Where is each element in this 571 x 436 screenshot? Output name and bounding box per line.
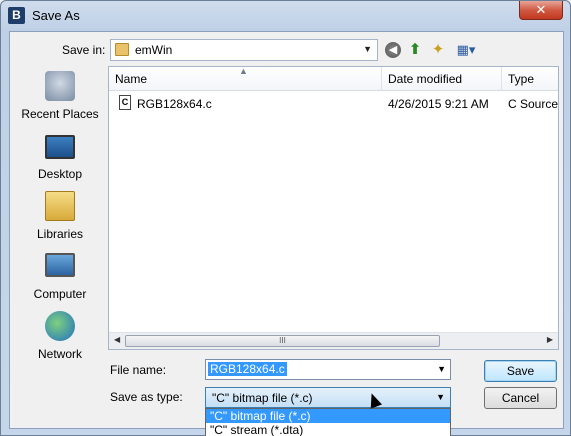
place-computer[interactable]: Computer <box>16 247 104 307</box>
place-recent-places[interactable]: Recent Places <box>16 67 104 127</box>
place-label: Desktop <box>37 167 83 181</box>
cancel-button[interactable]: Cancel <box>484 387 557 409</box>
file-date: 4/26/2015 9:21 AM <box>388 97 489 111</box>
place-network[interactable]: Network <box>16 307 104 367</box>
title-bar[interactable]: B Save As ✕ <box>1 1 570 30</box>
sort-ascending-icon: ▲ <box>239 66 248 76</box>
desktop-icon <box>45 135 75 159</box>
new-folder-icon[interactable]: ✦ <box>430 42 446 58</box>
column-header-date[interactable]: Date modified <box>382 67 502 91</box>
column-label: Name <box>115 72 148 86</box>
chevron-down-icon[interactable]: ▼ <box>363 44 372 54</box>
file-name-label: File name: <box>110 363 167 377</box>
close-button[interactable]: ✕ <box>519 1 563 20</box>
scroll-right-icon[interactable]: ▶ <box>547 335 553 344</box>
network-icon <box>45 311 75 341</box>
save-type-select[interactable]: "C" bitmap file (*.c) ▼ <box>205 387 451 408</box>
views-icon[interactable]: ▦▾ <box>454 42 478 58</box>
file-row[interactable]: C RGB128x64.c 4/26/2015 9:21 AM C Source… <box>109 94 560 114</box>
horizontal-scrollbar[interactable]: ◀ III ▶ <box>109 332 558 349</box>
save-in-combo[interactable]: emWin ▼ <box>110 39 378 61</box>
c-file-icon: C <box>119 95 131 110</box>
file-list-header: Name ▲ Date modified Type <box>109 66 560 91</box>
save-type-label: Save as type: <box>110 390 183 404</box>
chevron-down-icon[interactable]: ▼ <box>437 364 446 374</box>
save-type-dropdown: "C" bitmap file (*.c) "C" stream (*.dta) <box>205 408 451 436</box>
file-name-value: RGB128x64.c <box>208 362 287 376</box>
recent-places-icon <box>45 71 75 101</box>
file-name: RGB128x64.c <box>137 97 212 111</box>
back-icon[interactable]: ◀ <box>385 42 401 58</box>
libraries-icon <box>45 191 75 221</box>
column-header-name[interactable]: Name ▲ <box>109 66 382 91</box>
place-label: Computer <box>33 287 87 301</box>
app-icon: B <box>8 7 25 24</box>
window-title: Save As <box>32 8 80 23</box>
save-type-option[interactable]: "C" stream (*.dta) <box>206 423 450 436</box>
save-type-option[interactable]: "C" bitmap file (*.c) <box>206 409 450 423</box>
computer-icon <box>45 253 75 277</box>
chevron-down-icon[interactable]: ▼ <box>436 392 445 402</box>
place-label: Recent Places <box>21 107 99 121</box>
save-type-value: "C" bitmap file (*.c) <box>212 391 313 405</box>
place-label: Network <box>37 347 82 361</box>
dialog-body: Save in: emWin ▼ ◀ ⬆ ✦ ▦▾ Recent Places … <box>9 31 564 436</box>
place-label: Libraries <box>36 227 84 241</box>
folder-icon <box>115 43 129 56</box>
up-folder-icon[interactable]: ⬆ <box>407 42 423 58</box>
place-libraries[interactable]: Libraries <box>16 187 104 247</box>
file-name-input[interactable]: RGB128x64.c ▼ <box>205 359 451 380</box>
save-button[interactable]: Save <box>484 360 557 382</box>
save-in-label: Save in: <box>62 43 106 57</box>
column-header-type[interactable]: Type <box>502 67 560 91</box>
place-desktop[interactable]: Desktop <box>16 127 104 187</box>
scroll-left-icon[interactable]: ◀ <box>114 335 120 344</box>
places-bar: Recent Places Desktop Libraries Computer… <box>16 67 104 383</box>
save-as-dialog: B Save As ✕ Save in: emWin ▼ ◀ ⬆ ✦ ▦▾ Re… <box>0 0 571 436</box>
file-type: C Source f <box>508 97 560 111</box>
save-in-value: emWin <box>135 43 173 57</box>
scroll-thumb[interactable]: III <box>125 335 440 347</box>
file-list[interactable]: Name ▲ Date modified Type C RGB128x64.c … <box>108 66 560 350</box>
